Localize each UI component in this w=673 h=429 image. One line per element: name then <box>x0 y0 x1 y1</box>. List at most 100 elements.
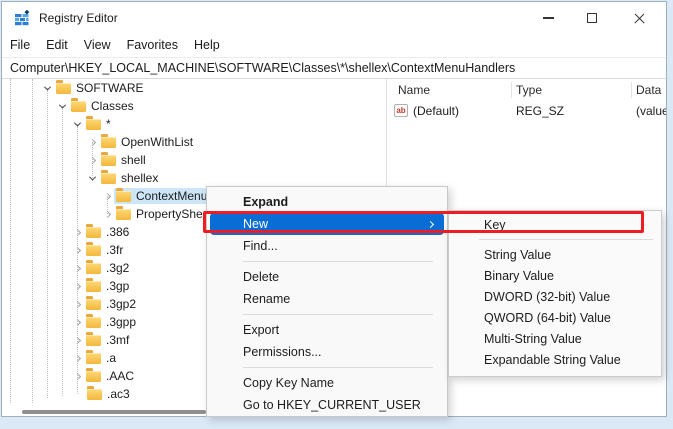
folder-icon <box>71 98 86 112</box>
tree-guide-line <box>62 106 63 396</box>
minimize-icon <box>542 17 554 19</box>
tree-item-software[interactable]: SOFTWARE <box>40 79 149 97</box>
value-row-default[interactable]: ab (Default) <box>394 101 459 120</box>
submenu-item-binary-value[interactable]: Binary Value <box>449 265 661 286</box>
title-bar: Registry Editor <box>2 2 666 34</box>
chevron-down-icon[interactable] <box>40 79 54 97</box>
column-header-data[interactable]: Data <box>636 79 661 101</box>
folder-icon <box>86 260 101 274</box>
context-menu-item-goto-hkcu[interactable]: Go to HKEY_CURRENT_USER <box>207 394 447 416</box>
submenu-item-qword-value[interactable]: QWORD (64-bit) Value <box>449 307 661 328</box>
tree-item-3gp[interactable]: .3gp <box>70 277 134 295</box>
column-divider[interactable] <box>631 82 632 98</box>
folder-icon <box>86 296 101 310</box>
tree-item-openwithlist[interactable]: OpenWithList <box>85 133 198 151</box>
menu-view[interactable]: View <box>76 34 119 57</box>
chevron-right-icon[interactable] <box>70 241 84 259</box>
chevron-right-icon[interactable] <box>70 295 84 313</box>
close-icon <box>633 12 646 25</box>
folder-icon <box>86 116 101 130</box>
tree-item-shell[interactable]: shell <box>85 151 151 169</box>
tree-item-asterisk[interactable]: * <box>70 115 116 133</box>
string-value-icon: ab <box>394 104 408 117</box>
chevron-right-icon[interactable] <box>70 223 84 241</box>
context-menu-item-new[interactable]: New <box>210 213 444 235</box>
tree-item-aac[interactable]: .AAC <box>70 367 139 385</box>
tree-guide-line <box>10 79 11 403</box>
column-header-type[interactable]: Type <box>516 79 542 101</box>
context-menu-item-delete[interactable]: Delete <box>207 266 447 288</box>
chevron-down-icon[interactable] <box>70 115 84 133</box>
tree-item-shellex[interactable]: shellex <box>85 169 163 187</box>
folder-icon <box>86 224 101 238</box>
folder-icon <box>116 188 131 202</box>
chevron-right-icon[interactable] <box>70 367 84 385</box>
folder-icon <box>86 278 101 292</box>
menu-file[interactable]: File <box>2 34 38 57</box>
folder-icon <box>86 368 101 382</box>
submenu-item-string-value[interactable]: String Value <box>449 244 661 265</box>
context-menu-item-copy-key-name[interactable]: Copy Key Name <box>207 372 447 394</box>
folder-icon <box>101 134 116 148</box>
context-menu: Expand New Find... Delete Rename Export … <box>206 186 448 417</box>
value-type: REG_SZ <box>516 103 565 118</box>
chevron-right-icon[interactable] <box>70 277 84 295</box>
menu-favorites[interactable]: Favorites <box>119 34 186 57</box>
context-menu-item-expand[interactable]: Expand <box>207 191 447 213</box>
new-submenu: Key String Value Binary Value DWORD (32-… <box>448 210 662 377</box>
tree-item-3gp2[interactable]: .3gp2 <box>70 295 141 313</box>
folder-icon <box>101 170 116 184</box>
chevron-down-icon[interactable] <box>85 169 99 187</box>
tree-item-classes[interactable]: Classes <box>55 97 139 115</box>
chevron-right-icon[interactable] <box>70 331 84 349</box>
address-bar[interactable]: Computer\HKEY_LOCAL_MACHINE\SOFTWARE\Cla… <box>2 57 666 79</box>
value-name: (Default) <box>413 103 460 118</box>
context-menu-item-export[interactable]: Export <box>207 319 447 341</box>
folder-icon <box>86 350 101 364</box>
tree-guide-line <box>32 79 33 403</box>
column-divider[interactable] <box>511 82 512 98</box>
context-menu-item-permissions[interactable]: Permissions... <box>207 341 447 363</box>
chevron-right-icon[interactable] <box>100 187 114 205</box>
submenu-item-key[interactable]: Key <box>449 214 661 235</box>
submenu-item-multi-string-value[interactable]: Multi-String Value <box>449 328 661 349</box>
window-title: Registry Editor <box>39 11 118 25</box>
value-data: (value not set) <box>636 103 666 118</box>
folder-icon <box>86 242 101 256</box>
tree-item-3gpp[interactable]: .3gpp <box>70 313 141 331</box>
folder-icon <box>101 152 116 166</box>
submenu-item-expandable-string-value[interactable]: Expandable String Value <box>449 349 661 370</box>
chevron-right-icon[interactable] <box>70 259 84 277</box>
close-button[interactable] <box>617 2 661 34</box>
chevron-right-icon[interactable] <box>70 313 84 331</box>
menu-help[interactable]: Help <box>186 34 228 57</box>
tree-item-ac3[interactable]: .ac3 <box>85 385 135 403</box>
submenu-item-dword-value[interactable]: DWORD (32-bit) Value <box>449 286 661 307</box>
tree-item-3g2[interactable]: .3g2 <box>70 259 134 277</box>
context-menu-item-find[interactable]: Find... <box>207 235 447 257</box>
folder-icon <box>86 314 101 328</box>
context-menu-item-rename[interactable]: Rename <box>207 288 447 310</box>
chevron-right-icon[interactable] <box>85 133 99 151</box>
menu-separator <box>207 257 447 266</box>
tree-item-3fr[interactable]: .3fr <box>70 241 128 259</box>
folder-icon <box>86 332 101 346</box>
menu-edit[interactable]: Edit <box>38 34 76 57</box>
maximize-icon <box>587 13 597 23</box>
registry-editor-app-icon <box>15 10 30 26</box>
horizontal-scrollbar-thumb[interactable] <box>22 410 206 414</box>
tree-item-a[interactable]: .a <box>70 349 121 367</box>
folder-icon <box>116 206 131 220</box>
minimize-button[interactable] <box>526 2 570 34</box>
folder-icon <box>87 386 102 400</box>
tree-item-3mf[interactable]: .3mf <box>70 331 134 349</box>
chevron-right-icon[interactable] <box>85 151 99 169</box>
menu-bar: File Edit View Favorites Help <box>2 34 666 57</box>
maximize-button[interactable] <box>570 2 614 34</box>
chevron-right-icon[interactable] <box>100 205 114 223</box>
chevron-down-icon[interactable] <box>55 97 69 115</box>
column-header-name[interactable]: Name <box>398 79 430 101</box>
chevron-right-icon[interactable] <box>70 349 84 367</box>
menu-separator <box>207 310 447 319</box>
tree-item-386[interactable]: .386 <box>70 223 134 241</box>
